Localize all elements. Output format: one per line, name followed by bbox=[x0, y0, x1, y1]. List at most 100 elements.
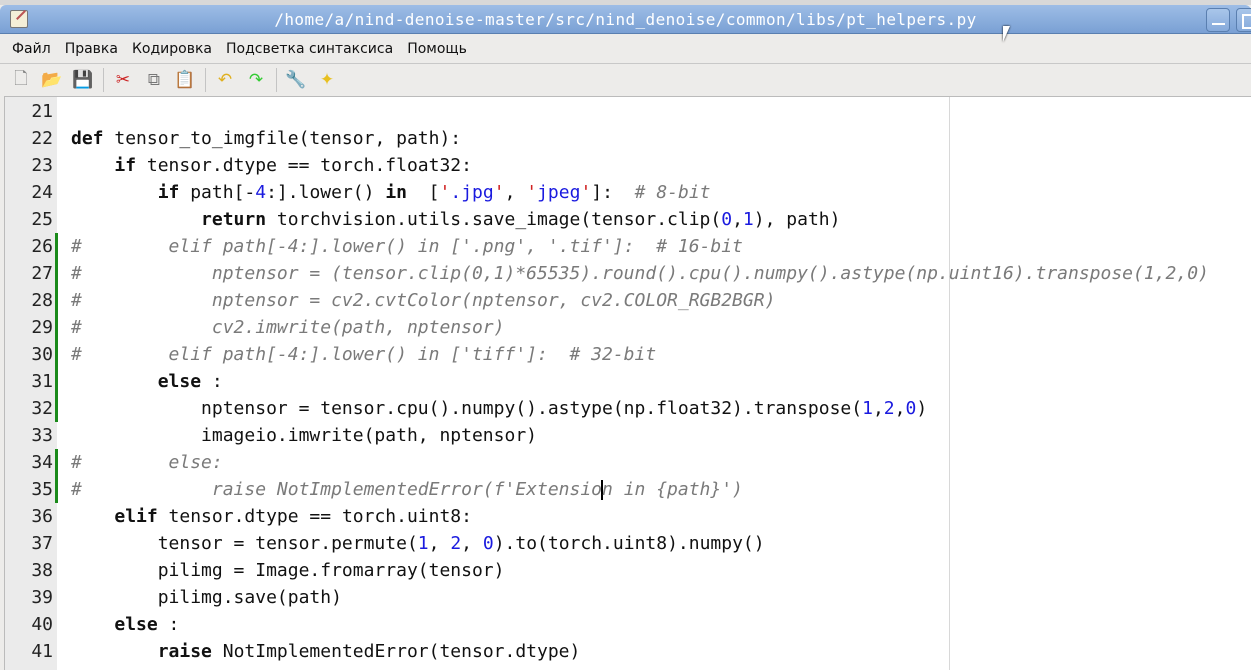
menu-syntax-highlighting[interactable]: Подсветка синтаксиса bbox=[226, 41, 393, 57]
highlight-icon[interactable]: ✦ bbox=[314, 67, 340, 93]
line-number: 35 bbox=[31, 479, 53, 500]
line-number: 39 bbox=[31, 587, 53, 608]
number-literal: 0 bbox=[905, 398, 917, 419]
menu-help[interactable]: Помощь bbox=[407, 41, 467, 57]
line-number: 33 bbox=[31, 425, 53, 446]
string-quote: ' bbox=[439, 182, 451, 203]
title-bar[interactable]: /home/a/nind-denoise-master/src/nind_den… bbox=[0, 5, 1251, 34]
code-text: nptensor = tensor.cpu().numpy().astype(n… bbox=[71, 395, 927, 422]
maximize-button[interactable] bbox=[1236, 8, 1251, 32]
comment: # nptensor = (tensor.clip(0,1)*65535).ro… bbox=[71, 263, 1209, 284]
code-line[interactable]: 37 tensor = tensor.permute(1, 2, 0).to(t… bbox=[5, 530, 1251, 557]
line-number: 28 bbox=[31, 290, 53, 311]
code-token: [ bbox=[417, 182, 440, 203]
minimize-button[interactable] bbox=[1206, 8, 1230, 32]
number-literal: 1 bbox=[742, 209, 754, 230]
code-token: imageio.imwrite(path, nptensor) bbox=[71, 425, 537, 446]
comment: # elif path[-4:].lower() in ['.png', '.t… bbox=[71, 236, 743, 257]
code-line[interactable]: 34 # else: bbox=[5, 449, 1251, 476]
menu-encoding[interactable]: Кодировка bbox=[132, 41, 212, 57]
line-number: 22 bbox=[31, 128, 53, 149]
changed-line-marker bbox=[55, 449, 58, 476]
comment: # elif path[-4:].lower() in ['tiff']: # … bbox=[71, 344, 657, 365]
keyword: else bbox=[157, 371, 212, 392]
new-file-icon[interactable]: 🗋 bbox=[8, 67, 34, 93]
code-line[interactable]: 35 # raise NotImplementedError(f'Extensio… bbox=[5, 476, 1251, 503]
open-file-icon[interactable]: 📂 bbox=[39, 67, 65, 93]
code-text: raise NotImplementedError(tensor.dtype) bbox=[71, 638, 581, 665]
code-token: , bbox=[504, 182, 527, 203]
cut-icon[interactable]: ✂ bbox=[110, 67, 136, 93]
number-literal: 0 bbox=[721, 209, 733, 230]
code-token: ), path) bbox=[753, 209, 841, 230]
code-line[interactable]: 32 nptensor = tensor.cpu().numpy().astyp… bbox=[5, 395, 1251, 422]
code-line[interactable]: 41 raise NotImplementedError(tensor.dtyp… bbox=[5, 638, 1251, 665]
code-line[interactable]: 30 # elif path[-4:].lower() in ['tiff']: … bbox=[5, 341, 1251, 368]
menu-file[interactable]: Файл bbox=[12, 41, 51, 57]
code-text: def tensor_to_imgfile(tensor, path): bbox=[71, 125, 461, 152]
code-line[interactable]: 38 pilimg = Image.fromarray(tensor) bbox=[5, 557, 1251, 584]
code-token: pilimg.save(path) bbox=[71, 587, 342, 608]
code-token: NotImplementedError(tensor.dtype) bbox=[222, 641, 581, 662]
code-token: nptensor = tensor.cpu().numpy().astype(n… bbox=[71, 398, 863, 419]
string-literal: jpeg bbox=[537, 182, 581, 203]
code-line[interactable]: 31 else : bbox=[5, 368, 1251, 395]
code-token: path[- bbox=[190, 182, 256, 203]
code-line[interactable]: 25 return torchvision.utils.save_image(t… bbox=[5, 206, 1251, 233]
line-number: 38 bbox=[31, 560, 53, 581]
string-quote: ' bbox=[580, 182, 592, 203]
code-token: pilimg = Image.fromarray(tensor) bbox=[71, 560, 505, 581]
code-token: ).to(torch.uint8).numpy() bbox=[493, 533, 765, 554]
code-token: tensor_to_imgfile(tensor, path): bbox=[114, 128, 462, 149]
undo-icon[interactable]: ↶ bbox=[212, 67, 238, 93]
code-editor[interactable]: 21 22 def tensor_to_imgfile(tensor, path):… bbox=[4, 96, 1251, 670]
string-quote: ' bbox=[493, 182, 505, 203]
code-line[interactable]: 33 imageio.imwrite(path, nptensor) bbox=[5, 422, 1251, 449]
code-token: : bbox=[168, 614, 180, 635]
code-line[interactable]: 21 bbox=[5, 98, 1251, 125]
code-line[interactable]: 39 pilimg.save(path) bbox=[5, 584, 1251, 611]
window-title: /home/a/nind-denoise-master/src/nind_den… bbox=[274, 10, 977, 29]
line-number: 21 bbox=[31, 101, 53, 122]
changed-line-marker bbox=[55, 233, 58, 260]
code-line[interactable]: 29 # cv2.imwrite(path, nptensor) bbox=[5, 314, 1251, 341]
code-token: , bbox=[428, 533, 451, 554]
comment: # else: bbox=[71, 452, 223, 473]
comment: # cv2.imwrite(path, nptensor) bbox=[71, 317, 505, 338]
menu-edit[interactable]: Правка bbox=[65, 41, 118, 57]
line-number: 36 bbox=[31, 506, 53, 527]
code-line[interactable]: 27 # nptensor = (tensor.clip(0,1)*65535).… bbox=[5, 260, 1251, 287]
paste-icon[interactable]: 📋 bbox=[172, 67, 198, 93]
redo-icon[interactable]: ↷ bbox=[243, 67, 269, 93]
comment: # raise NotImplementedError(f'Extensio bbox=[71, 479, 603, 500]
line-number: 34 bbox=[31, 452, 53, 473]
code-line[interactable]: 23 if tensor.dtype == torch.float32: bbox=[5, 152, 1251, 179]
code-line[interactable]: 40 else : bbox=[5, 611, 1251, 638]
changed-line-marker bbox=[55, 368, 58, 395]
code-text: if tensor.dtype == torch.float32: bbox=[71, 152, 472, 179]
code-text: # cv2.imwrite(path, nptensor) bbox=[71, 314, 504, 341]
code-token: , bbox=[872, 398, 884, 419]
save-file-icon[interactable]: 💾 bbox=[70, 67, 96, 93]
code-token: tensor = tensor.permute( bbox=[71, 533, 418, 554]
code-line[interactable]: 36 elif tensor.dtype == torch.uint8: bbox=[5, 503, 1251, 530]
preferences-icon[interactable]: 🔧 bbox=[283, 67, 309, 93]
toolbar-separator bbox=[103, 68, 104, 92]
keyword: in bbox=[385, 182, 418, 203]
code-line[interactable]: 24 if path[-4:].lower() in ['.jpg', 'jpe… bbox=[5, 179, 1251, 206]
number-literal: 2 bbox=[450, 533, 462, 554]
code-line[interactable]: 22 def tensor_to_imgfile(tensor, path): bbox=[5, 125, 1251, 152]
code-text: else : bbox=[71, 611, 179, 638]
code-text: imageio.imwrite(path, nptensor) bbox=[71, 422, 537, 449]
line-number: 30 bbox=[31, 344, 53, 365]
code-text: return torchvision.utils.save_image(tens… bbox=[71, 206, 840, 233]
number-literal: 1 bbox=[417, 533, 429, 554]
code-line[interactable]: 26 # elif path[-4:].lower() in ['.png', '… bbox=[5, 233, 1251, 260]
keyword: if bbox=[157, 182, 191, 203]
menu-bar: Файл Правка Кодировка Подсветка синтакси… bbox=[0, 35, 1251, 64]
line-number: 24 bbox=[31, 182, 53, 203]
toolbar: 🗋 📂 💾 ✂ ⧉ 📋 ↶ ↷ 🔧 ✦ bbox=[0, 64, 1251, 96]
copy-icon[interactable]: ⧉ bbox=[141, 67, 167, 93]
code-line[interactable]: 28 # nptensor = cv2.cvtColor(nptensor, cv… bbox=[5, 287, 1251, 314]
